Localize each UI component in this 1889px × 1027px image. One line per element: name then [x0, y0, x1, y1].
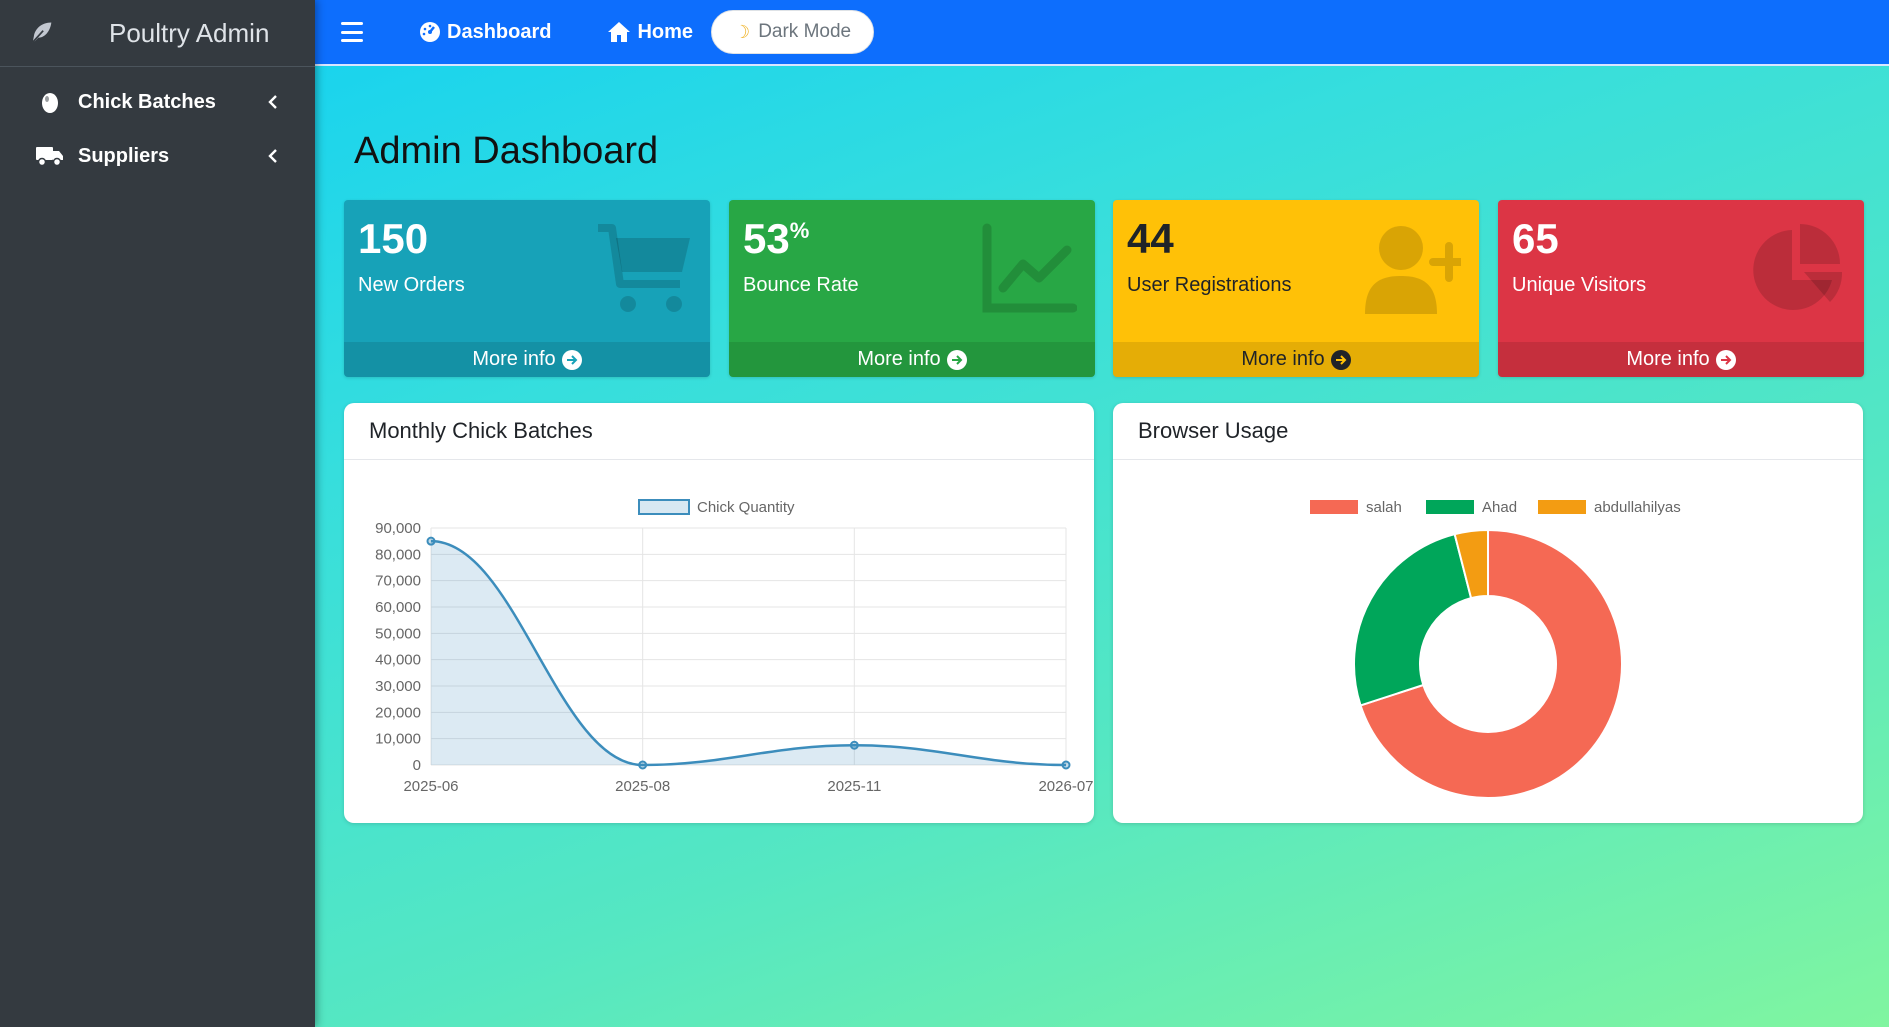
legend-swatch — [1310, 500, 1358, 514]
data-point — [426, 536, 436, 546]
x-tick-label: 2026-07 — [1038, 778, 1093, 795]
y-tick-label: 0 — [413, 757, 421, 774]
card-monthly-chick-batches: Monthly Chick Batches Chick Quantity 0 10,… — [344, 403, 1094, 823]
stat-box-bounce-rate: 53% Bounce Rate More info — [729, 200, 1095, 377]
brand-text: Poultry Admin — [109, 17, 270, 48]
arrow-circle-right-icon — [1330, 349, 1351, 370]
more-info-label: More info — [1241, 348, 1325, 370]
nav-link-label: Home — [637, 20, 694, 43]
chart-line-icon — [982, 223, 1077, 313]
chevron-left-icon — [268, 95, 277, 109]
line-chart: Chick Quantity 0 10,000 20,000 30,000 40,000 5… — [375, 499, 1094, 795]
dark-mode-toggle-button[interactable]: ☽ Dark Mode — [711, 10, 875, 54]
top-navbar: Dashboard Home ☽ Dark Mode — [315, 0, 1889, 66]
more-info-link[interactable]: More info — [729, 342, 1095, 377]
donut-slice — [1353, 532, 1473, 707]
nav-link-dashboard[interactable]: Dashboard — [419, 21, 551, 44]
nav-link-home[interactable]: Home — [607, 21, 693, 44]
card-title: Browser Usage — [1113, 403, 1863, 460]
y-tick-label: 70,000 — [375, 573, 421, 590]
data-point — [849, 740, 859, 750]
sidebar-item-label: Suppliers — [78, 144, 170, 167]
x-tick-label: 2025-08 — [615, 778, 670, 795]
sidebar-nav: Chick Batches Suppliers — [0, 67, 315, 183]
home-icon — [608, 22, 631, 42]
chevron-left-icon — [268, 149, 277, 163]
legend-label: Ahad — [1482, 499, 1517, 516]
nav-link-label: Dashboard — [447, 20, 552, 43]
gauge-icon — [420, 22, 440, 42]
menu-toggle-icon[interactable] — [341, 22, 363, 42]
x-tick-label: 2025-11 — [827, 778, 881, 795]
stat-box-unique-visitors: 65 Unique Visitors More info — [1498, 200, 1864, 377]
stat-box-user-registrations: 44 User Registrations More info — [1113, 200, 1479, 377]
y-tick-label: 40,000 — [375, 652, 421, 669]
legend-swatch — [1426, 500, 1474, 514]
series-area — [431, 541, 1066, 765]
legend-label: abdullahilyas — [1594, 499, 1681, 516]
feather-icon — [32, 22, 52, 43]
arrow-circle-right-icon — [561, 349, 582, 370]
data-point — [638, 760, 648, 770]
cart-icon — [598, 224, 690, 312]
egg-icon — [36, 88, 64, 116]
card-title: Monthly Chick Batches — [344, 403, 1094, 460]
legend-swatch — [1538, 500, 1586, 514]
legend-label: Chick Quantity — [697, 499, 795, 516]
truck-icon — [36, 142, 64, 170]
y-tick-label: 30,000 — [375, 678, 421, 695]
dark-mode-label: Dark Mode — [758, 21, 852, 42]
more-info-label: More info — [1626, 348, 1710, 370]
more-info-link[interactable]: More info — [1113, 342, 1479, 377]
moon-icon: ☽ — [734, 21, 751, 42]
brand-link[interactable]: Poultry Admin — [0, 0, 315, 67]
more-info-link[interactable]: More info — [1498, 342, 1864, 377]
y-tick-label: 50,000 — [375, 625, 421, 642]
legend-label: salah — [1366, 499, 1402, 516]
sidebar-item-suppliers[interactable]: Suppliers — [0, 129, 315, 183]
y-tick-label: 80,000 — [375, 546, 421, 563]
pie-chart-icon — [1753, 224, 1843, 310]
main-content: Dashboard Home ☽ Dark Mode Admin Dashboa… — [315, 0, 1889, 1027]
arrow-circle-right-icon — [1715, 349, 1736, 370]
stat-box-new-orders: 150 New Orders More info — [344, 200, 710, 377]
y-tick-label: 90,000 — [375, 520, 421, 537]
data-point — [1061, 760, 1071, 770]
y-tick-label: 20,000 — [375, 704, 421, 721]
y-tick-label: 60,000 — [375, 599, 421, 616]
user-plus-icon — [1365, 226, 1461, 314]
x-tick-label: 2025-06 — [403, 778, 458, 795]
more-info-label: More info — [857, 348, 941, 370]
sidebar: Poultry Admin Chick Batches Suppliers — [0, 0, 315, 1027]
more-info-label: More info — [472, 348, 556, 370]
sidebar-item-label: Chick Batches — [78, 90, 216, 113]
y-tick-label: 10,000 — [375, 731, 421, 748]
sidebar-item-chick-batches[interactable]: Chick Batches — [0, 75, 315, 129]
legend-swatch — [638, 499, 690, 515]
page-title: Admin Dashboard — [354, 130, 659, 172]
donut-chart: salah Ahad abdullahilyas — [1310, 499, 1681, 799]
arrow-circle-right-icon — [946, 349, 967, 370]
more-info-link[interactable]: More info — [344, 342, 710, 377]
card-browser-usage: Browser Usage salah Ahad abdullahilyas — [1113, 403, 1863, 823]
